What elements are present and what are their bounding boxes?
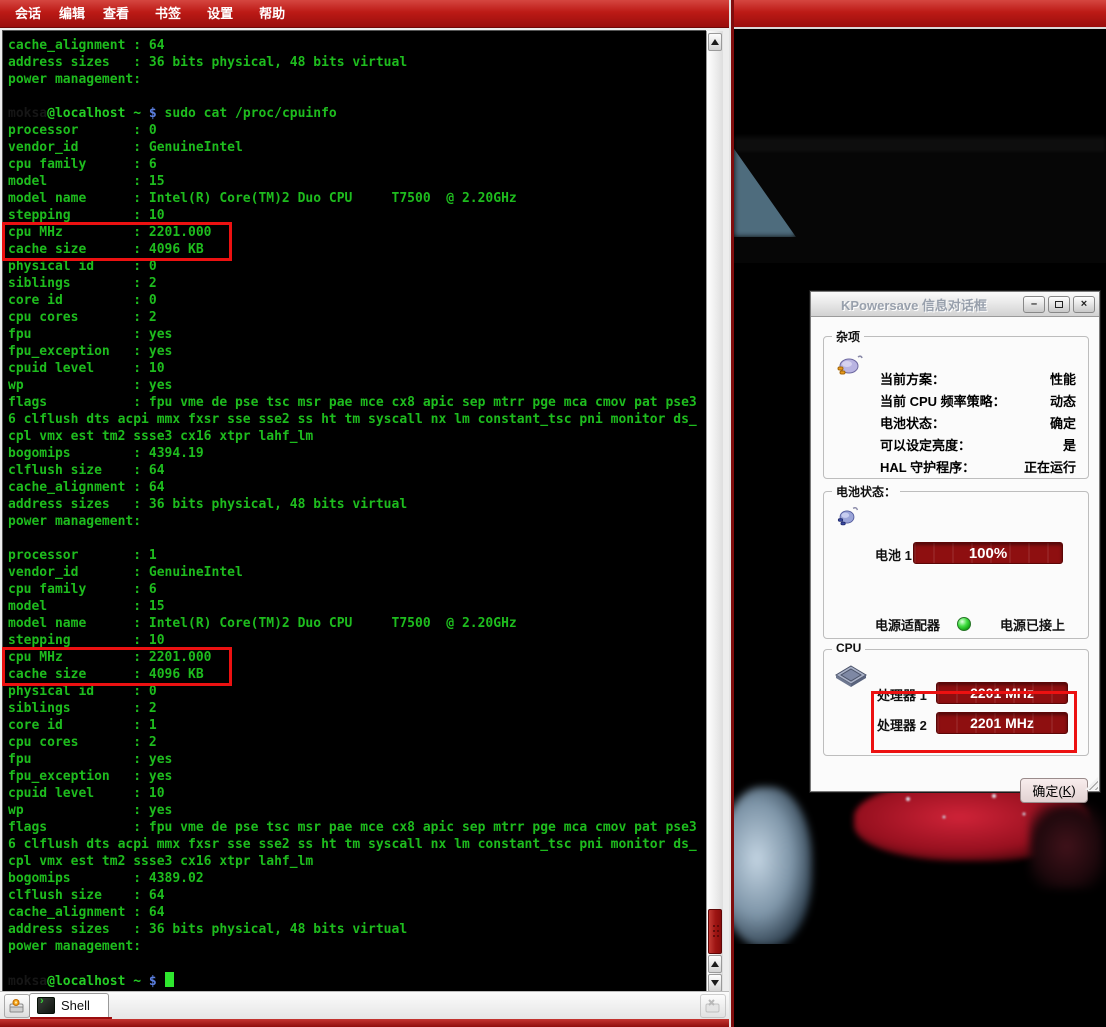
scrollbar-grip (712, 924, 720, 938)
group-misc: 杂项 当前方案： 性能 当前 CPU 频率策略： 动态 电池状态： (823, 336, 1089, 479)
highlight-box-cpu1-mhz (2, 647, 232, 686)
info-value: 性能 (1050, 369, 1076, 388)
menu-bookmarks[interactable]: 书签 (146, 0, 190, 27)
video-dim-region (734, 153, 1106, 263)
video-titlebar[interactable] (734, 0, 1106, 29)
close-session-icon (704, 998, 722, 1014)
ok-label: 确定( (1032, 781, 1062, 800)
group-misc-legend: 杂项 (832, 328, 864, 345)
info-label: 当前 CPU 频率策略： (880, 391, 1006, 410)
shell-tab-icon (37, 997, 55, 1014)
new-session-icon (8, 998, 26, 1014)
tab-shell[interactable]: Shell (29, 993, 109, 1017)
info-value: 确定 (1050, 413, 1076, 432)
kpowersave-dialog: KPowersave 信息对话框 – × 杂项 当前方案： 性能 (810, 291, 1100, 792)
scroll-down-icon[interactable] (708, 974, 722, 992)
info-value: 是 (1063, 435, 1076, 454)
close-button[interactable]: × (1073, 296, 1095, 313)
ok-accel-key: K (1063, 783, 1072, 798)
ok-label-close: ) (1071, 783, 1075, 798)
close-session-button[interactable] (700, 994, 726, 1018)
misc-info-list: 当前方案： 性能 当前 CPU 频率策略： 动态 电池状态： 确定 可以设定亮度… (824, 367, 1088, 477)
shell-tab-label: Shell (61, 998, 90, 1013)
menu-view[interactable]: 查看 (94, 0, 138, 27)
close-icon: × (1081, 299, 1087, 310)
menu-session[interactable]: 会话 (6, 0, 50, 27)
terminal-screen[interactable]: cache_alignment : 64address sizes : 36 b… (2, 30, 706, 991)
info-label: 电池状态： (880, 413, 945, 432)
group-battery: 电池状态： 电池 1 100% 电源适配器 电源已接上 (823, 491, 1089, 639)
info-row-scheme: 当前方案： 性能 (824, 367, 1088, 389)
group-battery-legend: 电池状态： (832, 483, 900, 500)
new-session-button[interactable] (4, 994, 30, 1018)
terminal-scrollbar[interactable] (706, 31, 723, 991)
info-label: 可以设定亮度： (880, 435, 971, 454)
adapter-label: 电源适配器 (875, 615, 940, 634)
highlight-box-cpu0-mhz (2, 222, 232, 261)
highlight-box-processors (871, 691, 1077, 753)
menu-help[interactable]: 帮助 (250, 0, 294, 27)
info-label: HAL 守护程序： (880, 457, 975, 476)
info-row-cpu-policy: 当前 CPU 频率策略： 动态 (824, 389, 1088, 411)
video-blue-fabric (734, 787, 812, 947)
battery-plug-icon (834, 504, 860, 530)
maximize-button[interactable] (1048, 296, 1070, 313)
battery-percent-text: 100% (969, 545, 1007, 562)
video-dark-band (734, 137, 1106, 153)
session-tab-bar: Shell (0, 991, 731, 1019)
dialog-title: KPowersave 信息对话框 (811, 295, 1023, 314)
info-value: 动态 (1050, 391, 1076, 410)
scroll-up2-icon[interactable] (708, 955, 722, 973)
group-cpu-legend: CPU (832, 641, 865, 655)
maximize-icon (1055, 301, 1063, 308)
dialog-titlebar[interactable]: KPowersave 信息对话框 – × (811, 292, 1099, 317)
info-row-battery-state: 电池状态： 确定 (824, 411, 1088, 433)
info-row-brightness: 可以设定亮度： 是 (824, 433, 1088, 455)
video-dark-red-shape (1029, 804, 1104, 889)
menu-settings[interactable]: 设置 (198, 0, 242, 27)
menu-edit[interactable]: 编辑 (50, 0, 94, 27)
info-label: 当前方案： (880, 369, 945, 388)
scroll-up-icon[interactable] (708, 33, 722, 51)
cpu-chip-icon (834, 664, 868, 690)
scrollbar-thumb[interactable] (708, 909, 722, 954)
dialog-body: 杂项 当前方案： 性能 当前 CPU 频率策略： 动态 电池状态： (811, 316, 1099, 791)
window-bottom-border (0, 1019, 731, 1027)
konsole-window: 会话 编辑 查看 书签 设置 帮助 cache_alignment : 64ad… (0, 0, 731, 1027)
info-value: 正在运行 (1024, 457, 1076, 476)
ok-button[interactable]: 确定(K) (1020, 778, 1088, 803)
battery-progressbar: 100% (913, 542, 1063, 564)
video-letterbox (734, 944, 1106, 1027)
minimize-button[interactable]: – (1023, 296, 1045, 313)
terminal-text: cache_alignment : 64address sizes : 36 b… (8, 37, 706, 989)
video-blue-shape (734, 147, 796, 237)
info-row-hal: HAL 守护程序： 正在运行 (824, 455, 1088, 477)
minimize-icon: – (1031, 299, 1037, 310)
adapter-led-icon (957, 617, 971, 631)
adapter-status: 电源已接上 (1000, 615, 1065, 634)
battery-label: 电池 1 (875, 545, 912, 564)
menu-bar: 会话 编辑 查看 书签 设置 帮助 (0, 0, 731, 28)
